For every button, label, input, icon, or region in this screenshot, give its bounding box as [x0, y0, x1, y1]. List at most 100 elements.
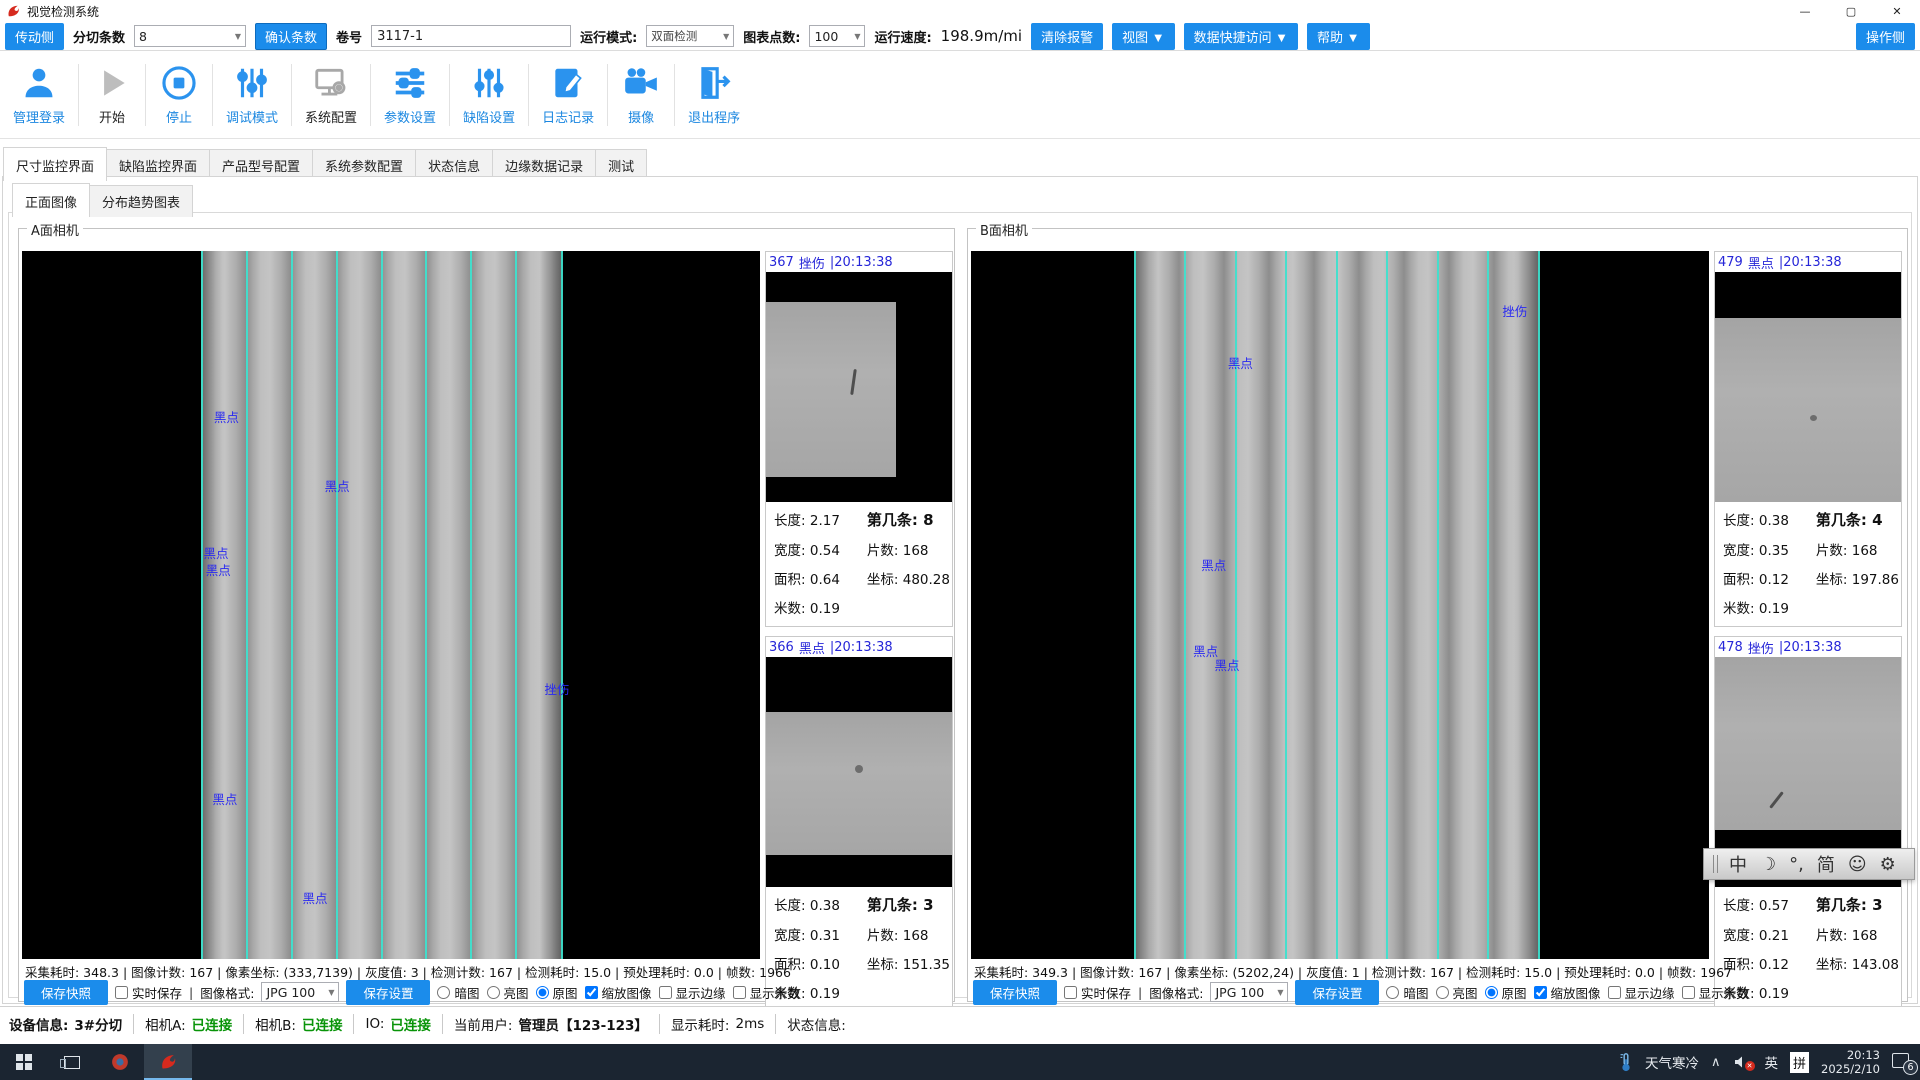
notification-center-button[interactable]: 6 [1892, 1053, 1914, 1071]
defect-marker-label: 黑点 [1228, 353, 1253, 372]
admin-login-button[interactable]: 管理登录 [0, 64, 78, 126]
show-strips-checkbox[interactable]: 显示条数 [733, 983, 800, 1002]
notification-badge: 6 [1903, 1060, 1918, 1075]
strip-boundary-line [1134, 251, 1136, 959]
zoom-image-checkbox[interactable]: 缩放图像 [585, 983, 652, 1002]
slit-count-value: 8 [139, 29, 147, 44]
defect-header: 366 黑点 |20:13:38 [766, 637, 952, 657]
camera-capture-button[interactable]: 摄像 [608, 64, 674, 126]
ime-item[interactable]: °, [1789, 854, 1804, 875]
dark-image-radio[interactable]: 暗图 [1386, 983, 1428, 1002]
defect-stats: 长度: 2.17 第几条: 8 宽度: 0.54 片数: 168 面积: 0.6… [766, 502, 952, 626]
run-mode-value: 双面检测 [651, 28, 697, 44]
system-config-button[interactable]: 系统配置 [292, 64, 370, 126]
maximize-button[interactable]: ▢ [1828, 0, 1874, 22]
log-record-button[interactable]: 日志记录 [529, 64, 607, 126]
show-edge-checkbox[interactable]: 显示边缘 [1608, 983, 1675, 1002]
original-image-radio[interactable]: 原图 [536, 983, 578, 1002]
dark-image-radio[interactable]: 暗图 [437, 983, 479, 1002]
app-logo-icon [159, 1053, 178, 1072]
defect-settings-button[interactable]: 缺陷设置 [450, 64, 528, 126]
ime-item[interactable]: ☺ [1848, 854, 1867, 875]
drive-side-button[interactable]: 传动侧 [5, 23, 64, 50]
taskbar-clock[interactable]: 20:13 2025/2/10 [1821, 1048, 1880, 1076]
ime-item[interactable]: 简 [1817, 851, 1835, 877]
language-indicator[interactable]: 英 [1765, 1052, 1779, 1072]
subtab-1[interactable]: 分布趋势图表 [89, 185, 193, 217]
close-button[interactable]: ✕ [1874, 0, 1920, 22]
defect-thumbnail[interactable] [766, 657, 952, 887]
bright-image-radio[interactable]: 亮图 [1436, 983, 1478, 1002]
defect-sliders-icon [470, 64, 508, 102]
operate-side-button[interactable]: 操作侧 [1856, 23, 1915, 50]
start-button[interactable] [0, 1044, 48, 1080]
stop-button[interactable]: 停止 [146, 64, 212, 126]
chart-points-select[interactable]: 100 ▼ [809, 25, 865, 47]
subtab-0[interactable]: 正面图像 [12, 183, 90, 217]
defect-marker-label: 黑点 [325, 476, 350, 495]
defect-marker-label: 黑点 [214, 407, 239, 426]
zoom-image-checkbox[interactable]: 缩放图像 [1534, 983, 1601, 1002]
defect-header: 478 挫伤 |20:13:38 [1715, 637, 1901, 657]
defect-type: 黑点 [1748, 253, 1774, 272]
camera-b-image: 挫伤黑点黑点黑点黑点 [971, 251, 1709, 959]
camera-a-image: 黑点黑点黑点黑点黑点黑点挫伤 [22, 251, 760, 959]
realtime-save-checkbox[interactable]: 实时保存 [115, 983, 182, 1002]
defect-id: 367 [769, 255, 794, 270]
defect-thumbnail[interactable] [766, 272, 952, 502]
ime-item[interactable]: ⚙ [1880, 854, 1896, 875]
bright-image-radio[interactable]: 亮图 [487, 983, 529, 1002]
data-access-menu-button[interactable]: 数据快捷访问 ▼ [1184, 23, 1298, 50]
start-button[interactable]: 开始 [79, 64, 145, 126]
clear-alarm-button[interactable]: 清除报警 [1031, 23, 1103, 50]
chevron-down-icon: ▼ [848, 32, 860, 41]
confirm-count-button[interactable]: 确认条数 [255, 23, 327, 50]
help-menu-button[interactable]: 帮助 ▼ [1307, 23, 1369, 50]
tray-expand-chevron[interactable]: ∧ [1711, 1055, 1721, 1070]
windows-taskbar: 天气寒冷 ∧ ✕ 英 拼 20:13 2025/2/10 6 [0, 1044, 1920, 1080]
taskbar-app-1[interactable] [96, 1044, 144, 1080]
tab-0[interactable]: 尺寸监控界面 [3, 147, 107, 181]
camera-a-controls: 保存快照 实时保存 |图像格式: JPG 100 ▼ 保存设置 暗图 亮图 原图… [24, 981, 800, 1003]
strip-boundary-line [1285, 251, 1287, 959]
ime-item[interactable]: 中 [1729, 851, 1747, 877]
task-view-button[interactable] [48, 1044, 96, 1080]
strip-boundary-line [470, 251, 472, 959]
ime-drag-handle[interactable] [1713, 855, 1718, 873]
defect-id: 478 [1718, 640, 1743, 655]
volume-muted-icon[interactable]: ✕ [1733, 1054, 1753, 1070]
realtime-save-checkbox[interactable]: 实时保存 [1064, 983, 1131, 1002]
show-edge-checkbox[interactable]: 显示边缘 [659, 983, 726, 1002]
ime-item[interactable]: ☽ [1760, 854, 1776, 875]
parameter-settings-button[interactable]: 参数设置 [371, 64, 449, 126]
save-settings-button[interactable]: 保存设置 [346, 980, 430, 1005]
show-strips-checkbox[interactable]: 显示条数 [1682, 983, 1749, 1002]
ime-mode-badge[interactable]: 拼 [1790, 1052, 1809, 1073]
ime-toolbar[interactable]: 中 ☽ °, 简 ☺ ⚙ [1703, 848, 1915, 880]
save-snapshot-button[interactable]: 保存快照 [24, 980, 108, 1005]
clock-date: 2025/2/10 [1821, 1062, 1880, 1076]
strip-boundary-line [1437, 251, 1439, 959]
minimize-button[interactable]: — [1782, 0, 1828, 22]
image-format-select[interactable]: JPG 100 ▼ [261, 982, 339, 1002]
slit-count-select[interactable]: 8 ▼ [134, 25, 246, 47]
debug-mode-button[interactable]: 调试模式 [213, 64, 291, 126]
original-image-radio[interactable]: 原图 [1485, 983, 1527, 1002]
camera-a-status-line: 采集耗时: 348.3 | 图像计数: 167 | 像素坐标: (333,713… [25, 962, 791, 981]
exit-program-button[interactable]: 退出程序 [675, 64, 753, 126]
roll-number-input[interactable] [371, 25, 571, 47]
defect-marker-label: 黑点 [206, 560, 231, 579]
taskbar-app-vision-system[interactable] [144, 1044, 192, 1080]
defect-thumbnail[interactable] [1715, 272, 1901, 502]
defect-card: 367 挫伤 |20:13:38 长度: 2.17 第几条: 8 宽度: 0.5… [765, 251, 953, 627]
exit-door-icon [695, 64, 733, 102]
save-settings-button[interactable]: 保存设置 [1295, 980, 1379, 1005]
weather-text[interactable]: 天气寒冷 [1645, 1052, 1699, 1072]
image-format-select[interactable]: JPG 100 ▼ [1210, 982, 1288, 1002]
status-segment: 状态信息: [787, 1014, 852, 1034]
run-mode-select[interactable]: 双面检测 ▼ [646, 25, 734, 47]
strip-boundary-line [291, 251, 293, 959]
save-snapshot-button[interactable]: 保存快照 [973, 980, 1057, 1005]
strip-boundary-line [1538, 251, 1540, 959]
view-menu-button[interactable]: 视图 ▼ [1112, 23, 1174, 50]
